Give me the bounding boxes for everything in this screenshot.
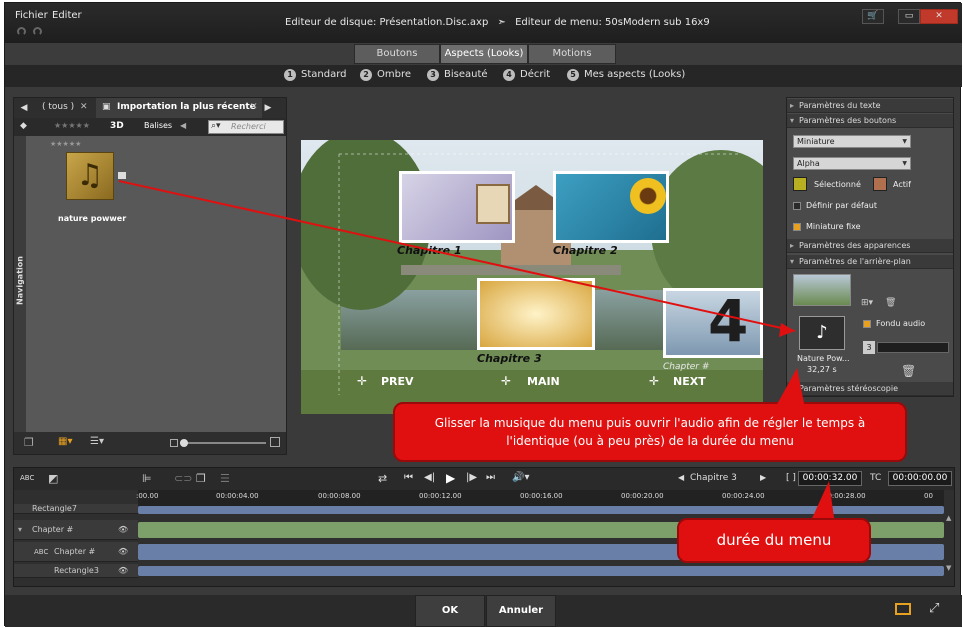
cancel-button[interactable]: Annuler <box>486 595 556 627</box>
app-window: Fichier Editer Editeur de disque: Présen… <box>4 2 962 627</box>
ok-button[interactable]: OK <box>415 595 485 627</box>
fullscreen-icon[interactable]: ⤢ <box>929 601 939 616</box>
footer-bar: OK Annuler ⤢ <box>5 595 962 627</box>
export-icon[interactable] <box>895 603 911 615</box>
drag-arrow <box>118 180 796 337</box>
